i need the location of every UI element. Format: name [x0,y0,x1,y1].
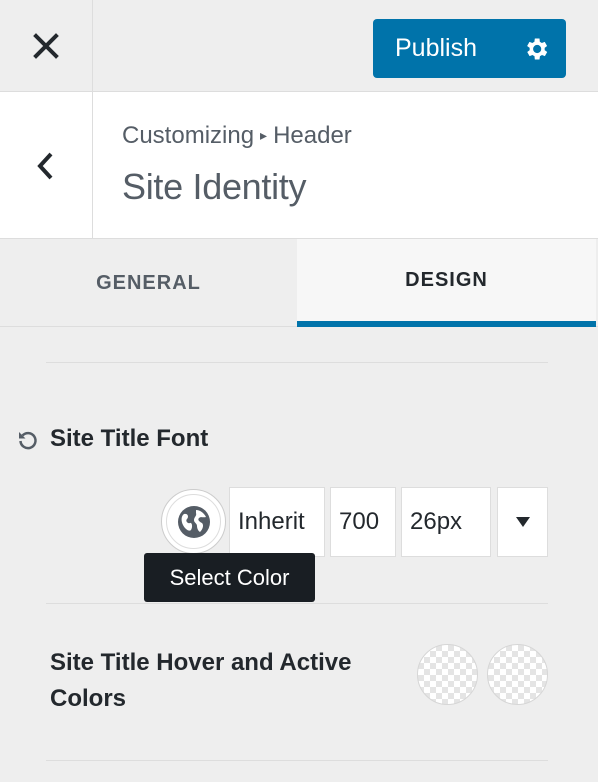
close-button[interactable] [0,0,93,92]
divider [46,760,548,761]
font-weight-select[interactable]: 700 [330,487,396,557]
back-button[interactable] [0,92,93,239]
tab-general[interactable]: GENERAL [0,239,297,327]
caret-down-icon [515,517,530,527]
breadcrumb-separator: ▸ [260,127,268,143]
tab-bar: GENERAL DESIGN [0,239,598,327]
gear-icon[interactable] [522,35,550,63]
close-icon [33,33,59,59]
font-options-toggle[interactable] [497,487,548,557]
select-color-tooltip: Select Color [144,553,315,602]
divider [46,362,548,363]
chevron-left-icon [37,152,53,179]
font-size-input[interactable]: 26px [401,487,491,557]
reset-icon[interactable] [16,428,40,452]
active-color-swatch[interactable] [487,644,548,705]
page-title: Site Identity [122,166,307,207]
color-swatch-ring [166,494,221,549]
breadcrumb-section: Header [273,122,352,149]
breadcrumb: Customizing ▸ Header [122,122,352,150]
section-header: Customizing ▸ Header Site Identity [0,92,598,239]
publish-label: Publish [395,34,477,62]
select-color-button[interactable] [161,489,226,554]
hover-color-swatch[interactable] [417,644,478,705]
publish-button[interactable]: Publish [373,19,566,78]
site-title-font-label: Site Title Font [50,425,209,452]
tab-design[interactable]: DESIGN [297,239,596,327]
font-family-select[interactable]: Inherit [229,487,325,557]
divider [46,603,548,604]
globe-icon [177,505,210,538]
breadcrumb-root: Customizing [122,122,255,149]
customizer-topbar: Publish [0,0,598,92]
hover-active-colors-label: Site Title Hover and Active Colors [50,649,352,712]
